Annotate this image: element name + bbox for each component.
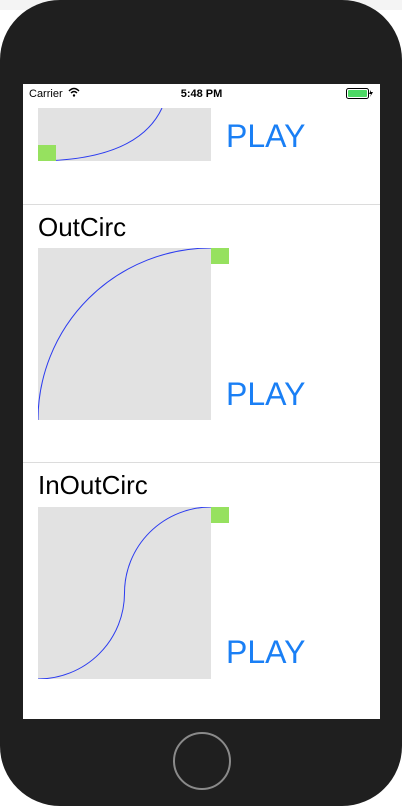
play-button-outcirc[interactable]: PLAY bbox=[226, 376, 305, 413]
easing-title-inoutcirc: InOutCirc bbox=[38, 470, 148, 500]
row-divider-2 bbox=[23, 462, 380, 463]
easing-graph-1 bbox=[38, 108, 211, 161]
easing-marker-inoutcirc bbox=[211, 507, 229, 523]
app-screen: Carrier 5:48 PM PLAY OutCirc PLAY InOutC… bbox=[23, 84, 380, 719]
easing-title-outcirc: OutCirc bbox=[38, 212, 127, 242]
easing-marker-outcirc bbox=[211, 248, 229, 264]
easing-graph-inoutcirc bbox=[38, 507, 211, 679]
easing-marker-1 bbox=[38, 145, 56, 161]
play-button-inoutcirc[interactable]: PLAY bbox=[226, 634, 305, 671]
easing-graph-outcirc bbox=[38, 248, 211, 420]
play-button-1[interactable]: PLAY bbox=[226, 118, 305, 155]
battery-icon bbox=[346, 88, 373, 99]
home-button[interactable] bbox=[173, 732, 231, 790]
status-time: 5:48 PM bbox=[180, 88, 223, 100]
row-divider-1 bbox=[23, 204, 380, 205]
device-frame: Carrier 5:48 PM PLAY OutCirc PLAY InOutC… bbox=[0, 0, 402, 806]
status-bar: Carrier 5:48 PM bbox=[23, 84, 380, 104]
